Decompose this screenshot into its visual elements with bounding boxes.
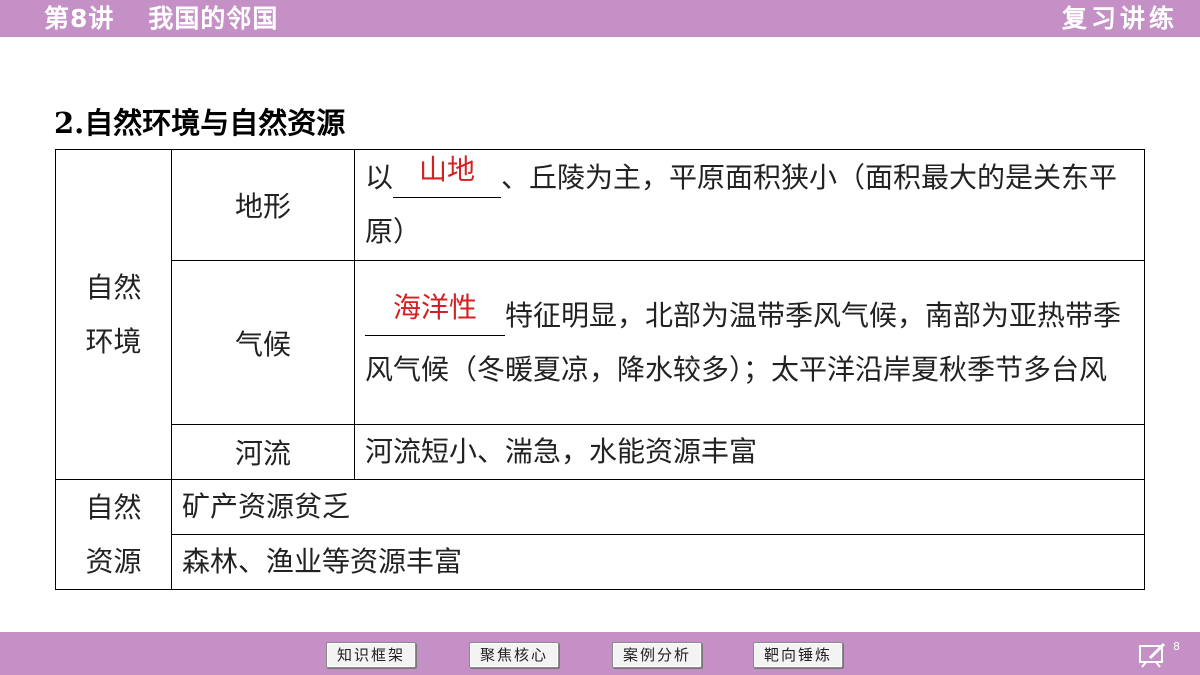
category-res-line2: 资源 (85, 544, 142, 578)
table-row-climate: 气候 海洋性 特征明显，北部为温带季风气候，南部为亚热带季风气候（冬暖夏凉，降水较… (56, 260, 1145, 425)
category-environment: 自然 环境 (55, 149, 172, 480)
label-river: 河流 (171, 424, 355, 480)
page-indicator[interactable]: 8 (1138, 640, 1180, 668)
header-right-label: 复习讲练 (1061, 4, 1178, 33)
table-row-resource-2: 森林、渔业等资源丰富 (56, 534, 1145, 590)
table-row-terrain: 自然 环境 地形 以山地 、丘陵为主，平原面积狭小（面积最大的是关东平原） (55, 149, 1145, 480)
lesson-number: 第8讲 (44, 4, 115, 33)
category-resources: 自然 资源 (55, 479, 172, 590)
nav-button-framework[interactable]: 知识框架 (326, 642, 417, 668)
section-title: 2.自然环境与自然资源 (54, 106, 346, 140)
terrain-answer: 山地 (419, 153, 476, 186)
nav-button-practice[interactable]: 靶向锤炼 (753, 642, 844, 668)
river-description: 河流短小、湍急，水能资源丰富 (354, 424, 1145, 480)
label-terrain: 地形 (171, 149, 355, 261)
lesson-title: 我国的邻国 (148, 4, 279, 33)
pen-board-icon (1139, 642, 1166, 668)
page-number: 8 (1173, 640, 1180, 653)
category-res-line1: 自然 (85, 490, 142, 524)
nav-button-focus[interactable]: 聚焦核心 (469, 642, 560, 668)
terrain-answer-blank: 山地 (393, 153, 502, 198)
table-row-resource-1: 自然 资源 矿产资源贫乏 (55, 479, 1145, 590)
climate-answer-blank: 海洋性 (365, 291, 505, 336)
category-env-line1: 自然 (85, 270, 142, 304)
climate-description: 海洋性 特征明显，北部为温带季风气候，南部为亚热带季风气候（冬暖夏凉，降水较多）；… (354, 260, 1145, 425)
resource-forest-fishery: 森林、渔业等资源丰富 (171, 534, 1145, 590)
terrain-prefix: 以 (365, 161, 394, 194)
category-env-line2: 环境 (85, 324, 142, 358)
header-left: 第8讲 我国的邻国 (44, 2, 278, 35)
header-bar: 第8讲 我国的邻国 复习讲练 (0, 0, 1200, 37)
nav-button-case[interactable]: 案例分析 (612, 642, 703, 668)
nature-table: 自然 环境 地形 以山地 、丘陵为主，平原面积狭小（面积最大的是关东平原） 气候 … (55, 149, 1145, 590)
footer-bar: 知识框架 聚焦核心 案例分析 靶向锤炼 8 (0, 632, 1200, 675)
resource-minerals: 矿产资源贫乏 (171, 479, 1145, 535)
climate-answer: 海洋性 (392, 290, 477, 324)
table-row-river: 河流 河流短小、湍急，水能资源丰富 (56, 424, 1145, 480)
terrain-description: 以山地 、丘陵为主，平原面积狭小（面积最大的是关东平原） (354, 149, 1145, 261)
label-climate: 气候 (171, 260, 355, 425)
